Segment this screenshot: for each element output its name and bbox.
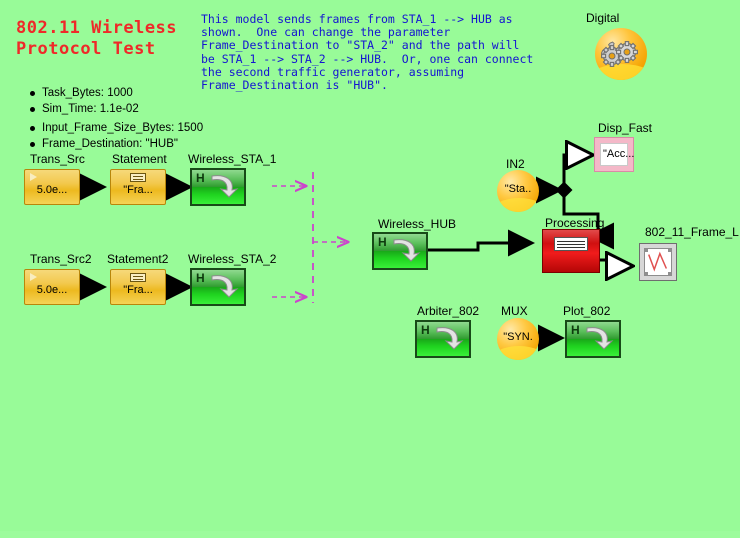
parameter-label: Task_Bytes: 1000 — [42, 87, 133, 99]
node-in2[interactable]: "Sta.. — [497, 170, 539, 212]
node-processing[interactable] — [542, 229, 600, 273]
node-frame-plot[interactable] — [639, 243, 677, 281]
parameter-label: Input_Frame_Size_Bytes: 1500 — [42, 122, 204, 134]
node-arbiter-802[interactable]: H — [415, 320, 471, 358]
node-value: 5.0e... — [36, 184, 68, 196]
label-statement: Statement — [112, 152, 167, 166]
node-value: "Fra... — [123, 284, 153, 296]
label-processing: Processing — [545, 216, 605, 230]
model-canvas[interactable]: 802.11 Wireless Protocol Test This model… — [0, 0, 740, 538]
parameter-item: Input_Frame_Size_Bytes: 1500 — [30, 121, 203, 137]
node-trans-src2[interactable]: 5.0e... — [24, 269, 80, 305]
parameter-item: Sim_Time: 1.1e-02 — [30, 102, 203, 118]
node-value: H — [378, 235, 387, 249]
node-wireless-sta-2[interactable]: H — [190, 268, 246, 306]
label-wireless-sta-1: Wireless_STA_1 — [188, 152, 277, 166]
wire-junction-to-disp-fast — [562, 155, 592, 190]
node-value: "Sta.. — [504, 183, 532, 195]
node-value: H — [571, 323, 580, 337]
node-wireless-hub[interactable]: H — [372, 232, 428, 270]
canvas-bottom-strip — [0, 531, 740, 538]
parameter-item: Task_Bytes: 1000 — [30, 86, 203, 102]
node-value: "SYN. — [503, 331, 533, 343]
label-wireless-sta-2: Wireless_STA_2 — [188, 252, 277, 266]
node-wireless-sta-1[interactable]: H — [190, 168, 246, 206]
wireless-arrow-icon — [393, 239, 421, 262]
label-frame-plot: 802_11_Frame_L — [645, 225, 739, 239]
gears-icon — [600, 41, 638, 67]
processing-lines-icon — [554, 237, 588, 251]
play-icon — [30, 273, 37, 281]
node-value: "Fra... — [123, 184, 153, 196]
label-arbiter-802: Arbiter_802 — [417, 304, 480, 318]
statement-icon — [130, 273, 146, 282]
node-plot-802[interactable]: H — [565, 320, 621, 358]
node-value: H — [196, 171, 205, 185]
play-icon — [30, 173, 37, 181]
model-description: This model sends frames from STA_1 --> H… — [201, 12, 534, 93]
wireless-arrow-icon — [586, 327, 614, 350]
label-plot-802: Plot_802 — [563, 304, 611, 318]
bullet-icon — [30, 141, 35, 147]
node-statement2[interactable]: "Fra... — [110, 269, 166, 305]
node-trans-src[interactable]: 5.0e... — [24, 169, 80, 205]
page-title: 802.11 Wireless Protocol Test — [16, 18, 178, 59]
display-screen: "Acc... — [600, 143, 634, 166]
icon-sheen — [497, 198, 539, 212]
statement-icon — [130, 173, 146, 182]
node-value: H — [196, 271, 205, 285]
bullet-icon — [30, 126, 35, 131]
node-value: H — [421, 323, 430, 337]
label-wireless-hub: Wireless_HUB — [378, 217, 457, 231]
bullet-icon — [30, 91, 35, 96]
wireless-arrow-icon — [436, 327, 464, 350]
label-in2: IN2 — [506, 157, 525, 171]
scope-screen — [644, 248, 672, 276]
node-statement[interactable]: "Fra... — [110, 169, 166, 205]
wireless-arrow-icon — [211, 175, 239, 198]
label-statement2: Statement2 — [107, 252, 169, 266]
wire-hub-to-processing — [428, 229, 535, 257]
label-trans-src2: Trans_Src2 — [30, 252, 92, 266]
parameter-item: Frame_Destination: "HUB" — [30, 137, 203, 153]
node-value: 5.0e... — [36, 284, 68, 296]
label-trans-src: Trans_Src — [30, 152, 85, 166]
wireless-arrow-icon — [211, 275, 239, 298]
node-value: "Acc... — [603, 148, 635, 160]
node-disp-fast[interactable]: "Acc... — [594, 137, 634, 172]
parameter-label: Sim_Time: 1.1e-02 — [42, 102, 139, 115]
parameter-list: Task_Bytes: 1000 Sim_Time: 1.1e-02 Input… — [30, 86, 203, 152]
digital-label: Digital — [586, 11, 620, 25]
icon-sheen — [497, 346, 539, 360]
parameter-label: Frame_Destination: "HUB" — [42, 137, 178, 150]
label-mux: MUX — [501, 304, 528, 318]
digital-gears-icon[interactable] — [595, 28, 647, 80]
wire-junction-dot — [555, 181, 573, 199]
label-disp-fast: Disp_Fast — [598, 121, 653, 135]
node-mux[interactable]: "SYN. — [497, 318, 539, 360]
bullet-icon — [30, 106, 35, 112]
